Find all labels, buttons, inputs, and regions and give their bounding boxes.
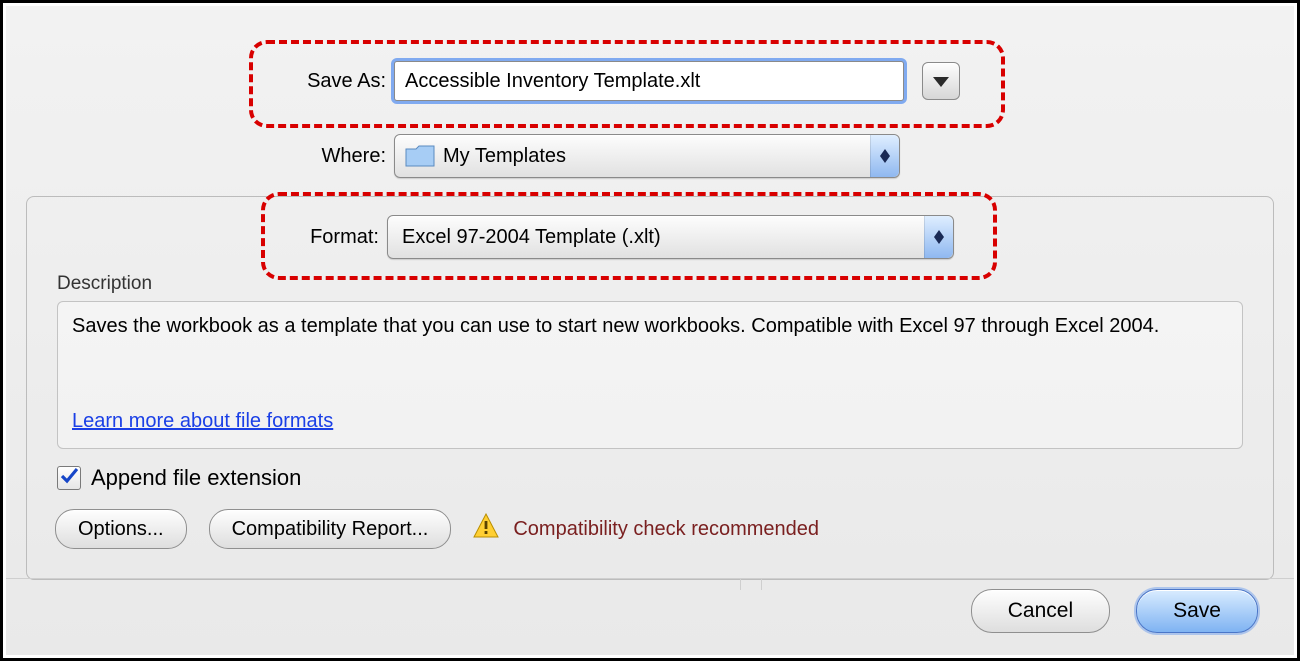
compatibility-report-button[interactable]: Compatibility Report... [209, 509, 452, 549]
save-as-row: Save As: [6, 61, 1294, 101]
compat-button-label: Compatibility Report... [232, 518, 429, 541]
separator [6, 578, 1294, 579]
checkmark-icon [60, 465, 78, 491]
cancel-button[interactable]: Cancel [971, 589, 1110, 633]
format-value: Excel 97-2004 Template (.xlt) [388, 226, 661, 249]
description-text: Saves the workbook as a template that yo… [72, 315, 1159, 337]
expand-save-panel-button[interactable] [922, 62, 960, 100]
learn-more-link[interactable]: Learn more about file formats [72, 407, 333, 436]
where-label: Where: [6, 145, 394, 168]
where-popup[interactable]: My Templates [394, 134, 900, 178]
save-as-label: Save As: [6, 70, 394, 93]
append-extension-label: Append file extension [91, 465, 301, 491]
format-popup[interactable]: Excel 97-2004 Template (.xlt) [387, 215, 954, 259]
save-button[interactable]: Save [1136, 589, 1258, 633]
where-row: Where: My Templates [6, 134, 1294, 178]
description-box: Saves the workbook as a template that yo… [57, 301, 1243, 449]
append-extension-checkbox[interactable] [57, 466, 81, 490]
folder-icon [405, 144, 435, 168]
format-group: Format: Excel 97-2004 Template (.xlt) De… [26, 196, 1274, 580]
warning-icon [473, 513, 499, 545]
format-label: Format: [27, 226, 387, 249]
chevron-down-icon [933, 70, 949, 93]
up-down-arrows-icon [924, 216, 953, 258]
options-row: Options... Compatibility Report... Compa… [55, 509, 819, 549]
filename-input[interactable] [394, 61, 904, 101]
up-down-arrows-icon [870, 135, 899, 177]
cancel-button-label: Cancel [1008, 599, 1073, 623]
options-button-label: Options... [78, 518, 164, 541]
append-extension-row: Append file extension [57, 465, 301, 491]
save-dialog: Save As: Where: My Templates [6, 6, 1294, 655]
compatibility-warning: Compatibility check recommended [473, 513, 819, 545]
dialog-buttons: Cancel Save [971, 589, 1258, 633]
description-heading: Description [57, 273, 152, 295]
compatibility-warning-text: Compatibility check recommended [513, 518, 819, 541]
options-button[interactable]: Options... [55, 509, 187, 549]
save-button-label: Save [1173, 599, 1221, 623]
format-row: Format: Excel 97-2004 Template (.xlt) [27, 215, 1273, 259]
